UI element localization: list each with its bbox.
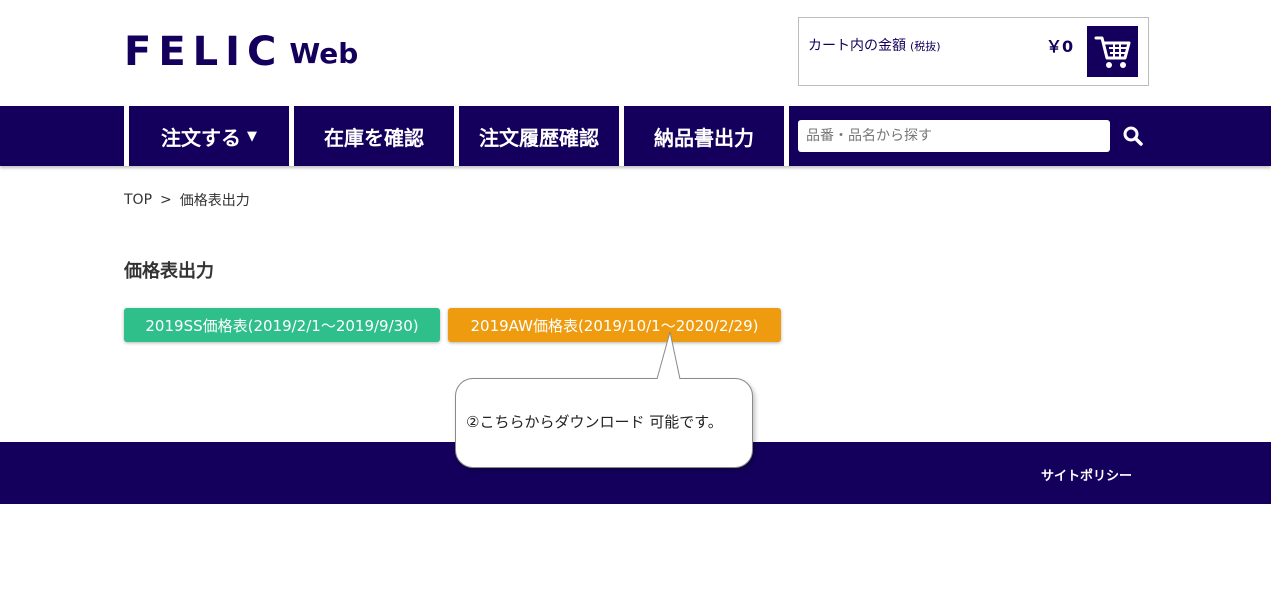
logo-sub-text: Web <box>289 37 359 70</box>
cart-label-tax-note: (税抜) <box>910 40 941 53</box>
breadcrumb-home-link[interactable]: TOP <box>124 192 152 208</box>
price-list-2019ss-button[interactable]: 2019SS価格表(2019/2/1～2019/9/30) <box>124 308 440 342</box>
callout-tail <box>656 331 681 380</box>
callout-text: ②こちらからダウンロード 可能です。 <box>466 413 723 431</box>
cart-label: カート内の金額 (税抜) <box>808 35 941 55</box>
price-list-2019aw-button[interactable]: 2019AW価格表(2019/10/1～2020/2/29) <box>448 308 781 342</box>
logo-main-text: FELIC <box>124 29 284 75</box>
nav-item-order-history-label: 注文履歴確認 <box>479 125 599 150</box>
caret-down-icon: ▼ <box>247 128 257 144</box>
main-nav: 注文する ▼ 在庫を確認 注文履歴確認 納品書出力 <box>0 106 1271 166</box>
site-policy-link[interactable]: サイトポリシー <box>1041 465 1132 484</box>
nav-item-delivery-note[interactable]: 納品書出力 <box>624 106 784 166</box>
shopping-cart-icon[interactable] <box>1087 26 1138 77</box>
site-logo[interactable]: FELIC Web <box>124 30 358 74</box>
breadcrumb: TOP > 価格表出力 <box>124 190 250 210</box>
nav-item-stock-label: 在庫を確認 <box>324 125 424 150</box>
page: FELIC Web カート内の金額 (税抜) ￥0 注文する ▼ 在庫を確認 注… <box>0 0 1271 593</box>
breadcrumb-separator: > <box>160 192 172 208</box>
nav-item-order-label: 注文する <box>161 125 241 150</box>
nav-item-order-history[interactable]: 注文履歴確認 <box>459 106 619 166</box>
cart-summary[interactable]: カート内の金額 (税抜) ￥0 <box>798 17 1149 86</box>
breadcrumb-current: 価格表出力 <box>179 193 250 209</box>
cart-label-text: カート内の金額 <box>808 38 906 54</box>
nav-divider <box>784 106 789 166</box>
nav-item-stock[interactable]: 在庫を確認 <box>294 106 454 166</box>
nav-item-order[interactable]: 注文する ▼ <box>129 106 289 166</box>
search-icon <box>1123 126 1143 146</box>
search-button[interactable] <box>1120 123 1146 149</box>
nav-item-delivery-note-label: 納品書出力 <box>654 125 754 150</box>
cart-amount: ￥0 <box>1046 37 1074 56</box>
search-input[interactable] <box>798 120 1110 152</box>
page-title: 価格表出力 <box>124 261 214 282</box>
shopping-cart-icon-svg <box>1094 36 1130 68</box>
callout-bubble: ②こちらからダウンロード 可能です。 <box>455 378 753 468</box>
